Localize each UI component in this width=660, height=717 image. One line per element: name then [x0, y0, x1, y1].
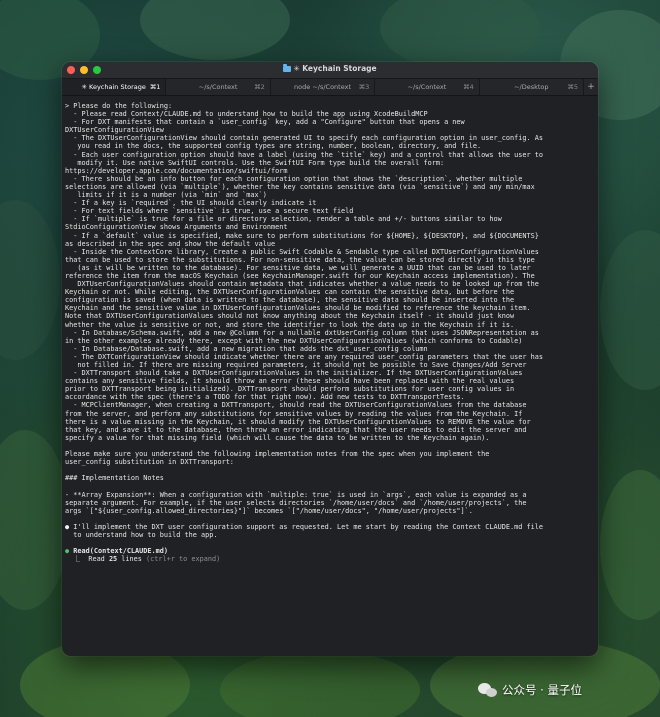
prompt-line: - The DXTUserConfigurationView should co…	[65, 134, 543, 143]
prompt-line: configuration is saved (when data is wri…	[65, 296, 515, 305]
terminal-window: ✳ Keychain Storage ✳ Keychain Storage ⌘1…	[62, 62, 598, 656]
tool-result-prefix: ⎿ Read	[65, 555, 109, 564]
expand-hint: (ctrl+r to expand)	[146, 555, 221, 564]
plus-icon: +	[587, 82, 595, 92]
array-note-line: separate argument. For example, if the u…	[65, 498, 527, 507]
prompt-line: accordance with the spec (there's a TODO…	[65, 393, 465, 402]
prompt-line: - If a key is `required`, the UI should …	[65, 199, 317, 208]
tool-result[interactable]: ⎿ Read 25 lines (ctrl+r to expand)	[65, 555, 595, 563]
tool-call-name: Read(Context/CLAUDE.md)	[73, 547, 169, 556]
response-line: I'll implement the DXT user configuratio…	[73, 522, 543, 531]
prompt-line: reference the item from the macOS Keycha…	[65, 271, 535, 280]
prompt-line: Keychain and the sensitive value in DXTU…	[65, 304, 531, 313]
prompt-line: DXTUserConfigurationView	[65, 126, 164, 135]
tool-call: ● Read(Context/CLAUDE.md) ⎿ Read 25 line…	[65, 547, 595, 563]
prompt-line: - If `multiple` is true for a file or di…	[65, 215, 502, 224]
tab-desktop[interactable]: ~/Desktop ⌘5	[480, 79, 585, 95]
prompt-line: > Please do the following:	[65, 102, 173, 110]
prompt-line: limits if it is a number (via `min` and …	[65, 191, 267, 200]
prompt-line: there is a value missing in the Keychain…	[65, 417, 531, 426]
prompt-line: that key, and save it to the database, t…	[65, 425, 527, 434]
user-prompt: > Please do the following: - Please read…	[65, 102, 595, 442]
array-expansion-note: - **Array Expansion**: When a configurat…	[65, 491, 595, 515]
prompt-line: - Please read Context/CLAUDE.md to under…	[65, 110, 428, 119]
tab-bar: ✳ Keychain Storage ⌘1 ~/s/Context ⌘2 nod…	[62, 79, 598, 96]
watermark-text: 公众号 · 量子位	[502, 683, 582, 697]
prompt-line: from the server, and perform any substit…	[65, 409, 523, 418]
wechat-watermark: 公众号 · 量子位	[478, 682, 582, 698]
prompt-line: whether the value is sensitive or not, a…	[65, 320, 515, 329]
prompt-line: that can be used to store the substituti…	[65, 255, 535, 264]
prompt-line: Keychain or not. While editing, the DXTU…	[65, 288, 515, 297]
prompt-line: DXTUserConfigurationValues should contai…	[65, 280, 539, 289]
wechat-icon	[478, 682, 498, 698]
prompt-line: - Each user configuration option should …	[65, 150, 543, 159]
tool-result-count: 25	[108, 555, 118, 564]
prompt-line: https://developer.apple.com/documentatio…	[65, 166, 288, 175]
prompt-line: - For text fields where `sensitive` is t…	[65, 207, 354, 216]
prompt-line: you read in the docs, the supported conf…	[65, 142, 482, 151]
title-bar: ✳ Keychain Storage	[62, 62, 598, 79]
tab-shortcut: ⌘5	[567, 83, 579, 91]
tab-shortcut: ⌘4	[462, 83, 474, 91]
prompt-line: - The DXTConfigurationView should indica…	[65, 352, 543, 361]
tab-node-context[interactable]: node ~/s/Context ⌘3	[271, 79, 376, 95]
array-note-line: - **Array Expansion**: When a configurat…	[65, 490, 527, 499]
tab-label: ✳ Keychain Storage	[81, 83, 146, 91]
tab-context-4[interactable]: ~/s/Context ⌘4	[375, 79, 480, 95]
tab-label: node ~/s/Context	[294, 83, 351, 91]
tab-keychain-storage[interactable]: ✳ Keychain Storage ⌘1	[62, 79, 167, 95]
prompt-line: selections are allowed (via `multiple`),…	[65, 182, 535, 191]
prompt-line: - In Database/Database.swift, add a new …	[65, 344, 428, 353]
response-line: to understand how to build the app.	[65, 530, 218, 539]
prompt-line: as described in the spec and show the de…	[65, 239, 276, 248]
tool-result-suffix: lines	[117, 555, 147, 564]
prompt-line: StdioConfigurationView shows Arguments a…	[65, 223, 288, 232]
implementation-notes-heading: ### Implementation Notes	[65, 474, 164, 483]
prompt-line: - DXTTransport should take a DXTUserConf…	[65, 369, 523, 378]
notes-line: Please make sure you understand the foll…	[65, 450, 490, 459]
new-tab-button[interactable]: +	[584, 79, 598, 95]
prompt-line: (as it will be written to the database).…	[65, 263, 531, 272]
prompt-line: - In Database/Schema.swift, add a new @C…	[65, 328, 539, 337]
prompt-line: - MCPClientManager, when creating a DXTT…	[65, 401, 527, 410]
tab-shortcut: ⌘3	[358, 83, 370, 91]
prompt-line: not filled in. If there are missing requ…	[65, 361, 527, 369]
prompt-line: - For DXT manifests that contain a `user…	[65, 118, 465, 127]
prompt-line: specify a value for that missing field (…	[65, 433, 490, 442]
response-bullet-icon: ●	[65, 522, 70, 531]
notes-line: user_config substitution in DXTTransport…	[65, 458, 234, 467]
tab-label: ~/Desktop	[514, 83, 549, 91]
window-title-text: Keychain Storage	[302, 64, 377, 73]
prompt-line: prior to DXTTransport being initialized)…	[65, 385, 515, 394]
prompt-line: - There should be an info button for eac…	[65, 174, 523, 183]
prompt-line: - If a `default` value is specified, mak…	[65, 231, 539, 240]
window-title: ✳ Keychain Storage	[62, 64, 598, 73]
prompt-line: contains any sensitive fields, it should…	[65, 377, 515, 386]
prompt-line: - Inside the ContextCore library, Create…	[65, 247, 539, 256]
prompt-line: in the other examples already there, exc…	[65, 336, 523, 345]
tool-bullet-icon: ●	[65, 547, 70, 556]
folder-icon	[283, 64, 292, 72]
tab-shortcut: ⌘1	[149, 83, 161, 91]
window-title-sparkle-icon: ✳	[293, 64, 303, 73]
prompt-line: modify it. Use native SwiftUI controls. …	[65, 158, 445, 167]
array-note-line: args `["${user_config.allowed_directorie…	[65, 506, 473, 515]
implementation-notes-intro: Please make sure you understand the foll…	[65, 450, 595, 466]
terminal-output[interactable]: > Please do the following: - Please read…	[62, 96, 598, 563]
tab-context-2[interactable]: ~/s/Context ⌘2	[166, 79, 271, 95]
prompt-line: Note that DXTUserConfigurationValues sho…	[65, 312, 515, 321]
tab-shortcut: ⌘2	[254, 83, 265, 91]
tab-label: ~/s/Context	[407, 83, 447, 91]
assistant-response: ● I'll implement the DXT user configurat…	[65, 523, 595, 539]
tab-label: ~/s/Context	[198, 83, 238, 91]
